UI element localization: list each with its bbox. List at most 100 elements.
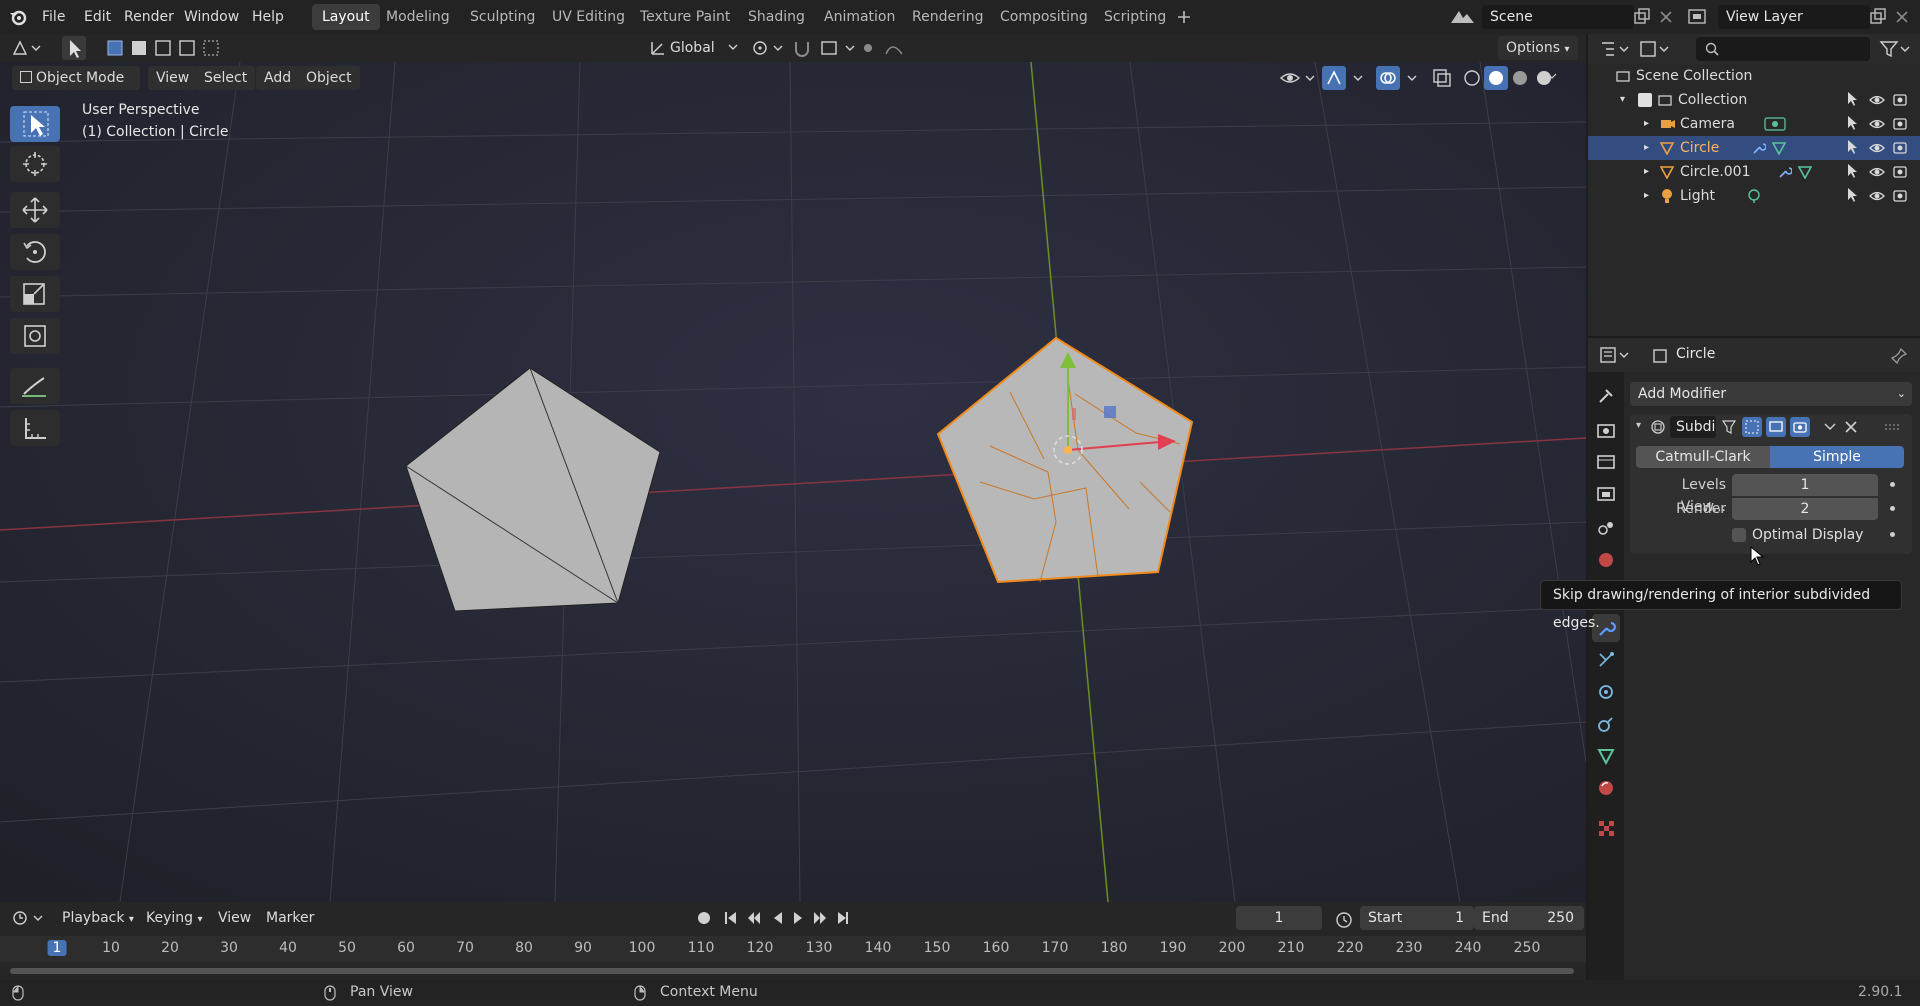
current-frame-field[interactable]: 1	[1236, 906, 1322, 930]
gizmo-toggle-icon[interactable]	[1322, 66, 1368, 90]
close-scene-icon[interactable]	[1656, 7, 1676, 27]
editor-type-icon[interactable]	[10, 36, 46, 60]
menu-object[interactable]: Object	[298, 66, 360, 90]
close-icon[interactable]	[1844, 420, 1858, 434]
copy-view-layer-icon[interactable]	[1868, 7, 1888, 27]
menu-keying[interactable]: Keying ▾	[138, 906, 211, 930]
expand-arrow-icon[interactable]: ▸	[1644, 160, 1649, 184]
output-tab-icon[interactable]	[1592, 448, 1620, 476]
xray-toggle-icon[interactable]	[1430, 66, 1454, 90]
close-view-layer-icon[interactable]	[1892, 7, 1912, 27]
blender-logo-icon[interactable]	[8, 7, 28, 27]
modifier-name-input[interactable]: Subdi	[1670, 416, 1716, 438]
render-tab-icon[interactable]	[1592, 416, 1620, 444]
playback-controls[interactable]	[694, 908, 864, 928]
scene-icon[interactable]	[1448, 6, 1478, 28]
modifier-toggle-icons[interactable]	[1720, 417, 1820, 437]
menu-marker[interactable]: Marker	[258, 906, 322, 930]
select-cursor-icon[interactable]	[62, 36, 86, 60]
chevron-down-icon[interactable]	[1824, 421, 1836, 433]
menu-window[interactable]: Window	[178, 0, 245, 34]
start-frame-field[interactable]: Start 1	[1360, 906, 1474, 930]
material-tab-icon[interactable]	[1592, 774, 1620, 802]
constraints-tab-icon[interactable]	[1592, 710, 1620, 738]
view-layer-field[interactable]: View Layer	[1718, 5, 1870, 29]
expand-arrow-icon[interactable]: ▸	[1644, 184, 1649, 208]
object-mode-dropdown[interactable]: Object Mode	[12, 66, 140, 90]
end-frame-field[interactable]: End 250	[1474, 906, 1584, 930]
expand-arrow-icon[interactable]: ▾	[1620, 88, 1625, 112]
menu-render[interactable]: Render	[118, 0, 180, 34]
cursor-tool[interactable]	[10, 146, 60, 182]
particles-tab-icon[interactable]	[1592, 646, 1620, 674]
tab-uv-editing[interactable]: UV Editing	[542, 4, 635, 30]
data-tab-icon[interactable]	[1592, 742, 1620, 770]
pin-icon[interactable]	[1890, 347, 1908, 365]
outliner-scene-collection[interactable]: Scene Collection	[1588, 64, 1920, 88]
tab-compositing[interactable]: Compositing	[990, 4, 1098, 30]
menu-view[interactable]: View	[148, 66, 198, 90]
keyframe-dot-icon[interactable]	[1890, 532, 1895, 537]
properties-editor-type-icon[interactable]	[1598, 343, 1634, 367]
tab-texture-paint[interactable]: Texture Paint	[630, 4, 740, 30]
physics-tab-icon[interactable]	[1592, 678, 1620, 706]
options-button[interactable]: Options ▾	[1498, 36, 1578, 60]
texture-tab-icon[interactable]	[1592, 814, 1620, 842]
add-modifier-dropdown[interactable]: Add Modifier ⌄	[1630, 382, 1912, 406]
timeline-scrollbar[interactable]	[10, 968, 1574, 974]
move-tool[interactable]	[10, 192, 60, 228]
rotate-tool[interactable]	[10, 234, 60, 270]
outliner-editor-type-icon[interactable]	[1598, 37, 1634, 61]
checkbox-icon[interactable]	[1638, 93, 1652, 107]
expand-arrow-icon[interactable]: ▸	[1644, 112, 1649, 136]
tab-rendering[interactable]: Rendering	[902, 4, 994, 30]
frame-ruler[interactable]: 1 10 20 30 40 50 60 70 80 90 100 110 120 130 140 150 160…	[0, 936, 1586, 962]
keyframe-dot-icon[interactable]	[1890, 482, 1895, 487]
scene-tab-icon[interactable]	[1592, 514, 1620, 542]
visibility-icon[interactable]	[1278, 66, 1318, 90]
expand-arrow-icon[interactable]: ▸	[1644, 136, 1649, 160]
filter-icon[interactable]	[1878, 37, 1912, 61]
copy-scene-icon[interactable]	[1632, 7, 1652, 27]
collapse-arrow-icon[interactable]: ▾	[1636, 420, 1641, 431]
simple-button[interactable]: Simple	[1770, 446, 1904, 468]
add-workspace-icon[interactable]	[1176, 9, 1192, 25]
visibility-toggle-icons[interactable]	[1844, 90, 1914, 206]
catmull-clark-button[interactable]: Catmull-Clark	[1636, 446, 1770, 468]
tab-animation[interactable]: Animation	[814, 4, 905, 30]
pivot-point-icon[interactable]	[748, 36, 788, 60]
scale-tool[interactable]	[10, 276, 60, 312]
view-layer-tab-icon[interactable]	[1592, 480, 1620, 508]
annotate-tool[interactable]	[10, 368, 60, 404]
menu-select[interactable]: Select	[196, 66, 256, 90]
select-box-tool[interactable]	[10, 106, 60, 142]
3d-viewport[interactable]: User Perspective (1) Collection | Circle	[0, 62, 1586, 902]
stopwatch-icon[interactable]	[1334, 909, 1354, 929]
selection-mode-icons[interactable]	[104, 36, 224, 60]
world-tab-icon[interactable]	[1592, 546, 1620, 574]
measure-tool[interactable]	[10, 410, 60, 446]
menu-timeline-view[interactable]: View	[210, 906, 259, 930]
keyframe-dot-icon[interactable]	[1890, 506, 1895, 511]
display-mode-icon[interactable]	[1638, 37, 1674, 61]
shading-mode-icons[interactable]	[1460, 66, 1560, 90]
menu-edit[interactable]: Edit	[78, 0, 117, 34]
tab-layout[interactable]: Layout	[312, 4, 380, 30]
transform-orientation-dropdown[interactable]: Global	[670, 36, 715, 60]
drag-handle-icon[interactable]	[1884, 423, 1900, 431]
scene-field[interactable]: Scene	[1482, 5, 1634, 29]
render-levels-field[interactable]: 2	[1732, 498, 1878, 520]
tab-shading[interactable]: Shading	[738, 4, 815, 30]
levels-viewport-field[interactable]: 1	[1732, 474, 1878, 496]
tool-tab-icon[interactable]	[1592, 382, 1620, 410]
tab-sculpting[interactable]: Sculpting	[460, 4, 545, 30]
menu-file[interactable]: File	[36, 0, 71, 34]
timeline-editor-type-icon[interactable]	[10, 906, 50, 930]
optimal-display-checkbox[interactable]	[1732, 528, 1746, 542]
tab-modeling[interactable]: Modeling	[376, 4, 460, 30]
menu-add[interactable]: Add	[256, 66, 300, 90]
menu-help[interactable]: Help	[246, 0, 290, 34]
proportional-editing-icon[interactable]	[858, 36, 920, 60]
overlays-toggle-icon[interactable]	[1376, 66, 1422, 90]
view-layer-icon[interactable]	[1686, 6, 1716, 28]
